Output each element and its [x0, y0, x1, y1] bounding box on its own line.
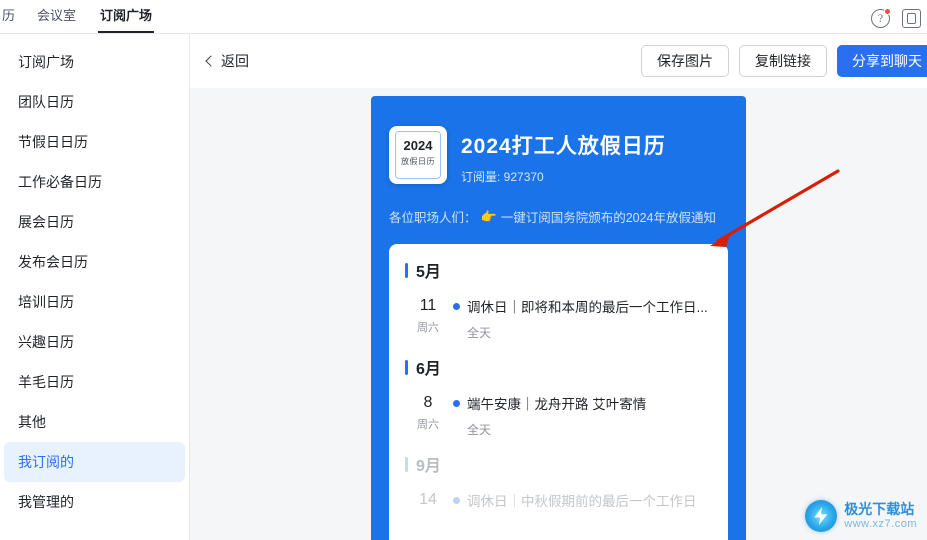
save-image-button[interactable]: 保存图片 — [641, 45, 729, 77]
event-color-dot — [453, 302, 460, 310]
copy-link-button[interactable]: 复制链接 — [739, 45, 827, 77]
tab-label: 订阅广场 — [100, 8, 153, 23]
tab-meeting-room[interactable]: 会议室 — [25, 0, 88, 33]
event-color-dot — [453, 399, 460, 407]
sidebar-item-label: 发布会日历 — [18, 254, 88, 270]
event-title-row: 端午安康｜龙舟开路 艾叶寄情 — [453, 393, 712, 413]
sidebar-item-label: 兴趣日历 — [18, 334, 74, 350]
back-button[interactable]: 返回 — [204, 51, 249, 71]
top-tabs: 历 会议室 订阅广场 — [0, 0, 164, 33]
event-body: 调休日｜中秋假期前的最后一个工作日 — [451, 490, 712, 513]
card-description-prefix: 各位职场人们： — [389, 211, 477, 225]
sidebar-item-launch-event-calendar[interactable]: 发布会日历 — [4, 242, 185, 282]
event-weekday: 周六 — [417, 322, 439, 334]
help-icon[interactable]: ? — [871, 8, 891, 28]
tab-subscription-square[interactable]: 订阅广场 — [88, 0, 164, 33]
calendar-preview-card: 2024 放假日历 2024打工人放假日历 订阅量: 927370 各位职场人们… — [371, 96, 746, 540]
sidebar-item-label: 团队日历 — [18, 94, 74, 110]
card-subscriber-count: 订阅量: 927370 — [461, 170, 544, 184]
event-day: 8 — [423, 394, 433, 411]
body-wrapper: 订阅广场 团队日历 节假日日历 工作必备日历 展会日历 发布会日历 培训日历 兴… — [0, 34, 927, 540]
share-to-chat-label: 分享到聊天 — [852, 53, 922, 69]
pointing-hand-icon: 👉 — [480, 208, 497, 224]
list-item[interactable]: 8 周六 端午安康｜龙舟开路 艾叶寄情 全天 — [405, 389, 712, 452]
event-title: 调休日｜即将和本周的最后一个工作日... — [467, 300, 708, 315]
event-body: 端午安康｜龙舟开路 艾叶寄情 全天 — [451, 393, 712, 438]
sidebar-item-label: 节假日日历 — [18, 134, 88, 150]
month-heading: 5月 — [405, 258, 712, 282]
month-accent-bar — [405, 262, 408, 278]
event-title-row: 调休日｜中秋假期前的最后一个工作日 — [453, 490, 712, 510]
main-content: 返回 保存图片 复制链接 分享到聊天 2024 放假日历 2024打工人放假日历… — [190, 34, 927, 540]
tab-label: 会议室 — [37, 8, 77, 23]
sidebar-item-work-essential-calendar[interactable]: 工作必备日历 — [4, 162, 185, 202]
save-image-label: 保存图片 — [657, 53, 713, 69]
month-accent-bar — [405, 359, 408, 375]
header-actions: 保存图片 复制链接 分享到聊天 — [641, 45, 927, 77]
sidebar-item-subscription-square[interactable]: 订阅广场 — [4, 42, 185, 82]
calendar-thumbnail-subtitle: 放假日历 — [401, 157, 435, 166]
top-bar-actions: ? — [871, 8, 921, 28]
sidebar-item-label: 我管理的 — [18, 494, 74, 510]
event-time: 全天 — [467, 423, 492, 437]
sidebar-item-training-calendar[interactable]: 培训日历 — [4, 282, 185, 322]
sidebar-item-interest-calendar[interactable]: 兴趣日历 — [4, 322, 185, 362]
sidebar-item-holiday-calendar[interactable]: 节假日日历 — [4, 122, 185, 162]
calendar-thumbnail-icon: 2024 放假日历 — [389, 126, 447, 184]
card-header: 2024 放假日历 2024打工人放假日历 订阅量: 927370 — [389, 114, 728, 185]
event-date: 11 周六 — [405, 296, 451, 341]
event-title-row: 调休日｜即将和本周的最后一个工作日... — [453, 296, 712, 316]
sidebar-item-my-subscriptions[interactable]: 我订阅的 — [4, 442, 185, 482]
event-date: 14 — [405, 490, 451, 513]
event-weekday: 周六 — [417, 419, 439, 431]
main-header: 返回 保存图片 复制链接 分享到聊天 — [190, 34, 927, 88]
sidebar-item-exhibition-calendar[interactable]: 展会日历 — [4, 202, 185, 242]
sidebar-item-label: 订阅广场 — [18, 54, 74, 70]
sidebar-item-label: 我订阅的 — [18, 454, 74, 470]
event-title: 调休日｜中秋假期前的最后一个工作日 — [467, 494, 697, 509]
sidebar-item-label: 其他 — [18, 414, 46, 430]
copy-link-label: 复制链接 — [755, 53, 811, 69]
chevron-left-icon — [205, 55, 217, 67]
month-heading: 6月 — [405, 355, 712, 379]
sidebar-item-others[interactable]: 其他 — [4, 402, 185, 442]
month-label: 6月 — [416, 361, 441, 378]
card-description-suffix: 一键订阅国务院颁布的2024年放假通知 — [500, 211, 717, 225]
event-color-dot — [453, 496, 460, 504]
share-to-chat-button[interactable]: 分享到聊天 — [837, 45, 927, 77]
month-label: 9月 — [416, 458, 441, 475]
event-list-panel: 5月 11 周六 调休日｜即将和本周的最后一个工作日... 全天 6月 8 周六… — [389, 244, 728, 540]
sidebar: 订阅广场 团队日历 节假日日历 工作必备日历 展会日历 发布会日历 培训日历 兴… — [0, 34, 190, 540]
sidebar-item-label: 羊毛日历 — [18, 374, 74, 390]
event-day: 14 — [419, 491, 437, 508]
notification-badge-dot — [884, 8, 891, 15]
top-bar: 历 会议室 订阅广场 ? — [0, 0, 927, 34]
card-title: 2024打工人放假日历 — [461, 135, 666, 158]
month-accent-bar — [405, 456, 408, 472]
sidebar-item-deals-calendar[interactable]: 羊毛日历 — [4, 362, 185, 402]
back-button-label: 返回 — [221, 53, 249, 69]
event-body: 调休日｜即将和本周的最后一个工作日... 全天 — [451, 296, 712, 341]
event-time: 全天 — [467, 326, 492, 340]
event-title: 端午安康｜龙舟开路 艾叶寄情 — [467, 397, 647, 412]
month-label: 5月 — [416, 264, 441, 281]
tab-label: 历 — [2, 8, 16, 23]
sidebar-item-team-calendar[interactable]: 团队日历 — [4, 82, 185, 122]
tab-calendar[interactable]: 历 — [0, 0, 25, 33]
list-item[interactable]: 11 周六 调休日｜即将和本周的最后一个工作日... 全天 — [405, 292, 712, 355]
help-icon-glyph: ? — [877, 11, 884, 25]
sidebar-item-label: 展会日历 — [18, 214, 74, 230]
sidebar-item-my-managed[interactable]: 我管理的 — [4, 482, 185, 522]
month-heading: 9月 — [405, 452, 712, 476]
card-description: 各位职场人们： 👉 一键订阅国务院颁布的2024年放假通知 — [389, 207, 728, 226]
event-date: 8 周六 — [405, 393, 451, 438]
calendar-thumbnail-year: 2024 — [403, 138, 433, 153]
sidebar-item-label: 培训日历 — [18, 294, 74, 310]
sidebar-item-label: 工作必备日历 — [18, 174, 102, 190]
preview-canvas: 2024 放假日历 2024打工人放假日历 订阅量: 927370 各位职场人们… — [190, 88, 927, 540]
event-day: 11 — [419, 297, 437, 314]
list-item[interactable]: 14 调休日｜中秋假期前的最后一个工作日 — [405, 486, 712, 527]
restore-window-icon[interactable] — [902, 9, 921, 28]
